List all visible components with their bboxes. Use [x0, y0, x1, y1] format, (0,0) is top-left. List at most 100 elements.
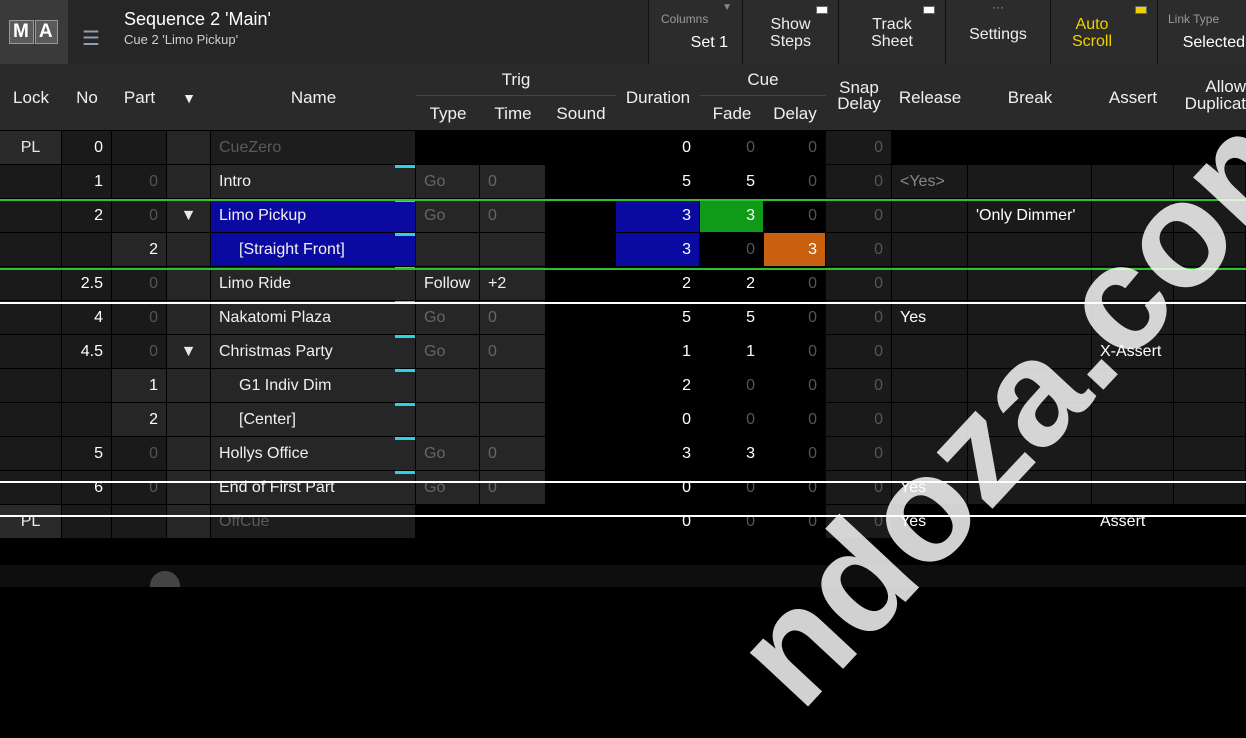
cell-assert[interactable] — [1092, 369, 1173, 402]
ma-logo[interactable]: MA — [0, 0, 68, 64]
auto-scroll-button[interactable]: Auto Scroll — [1050, 0, 1157, 64]
cell-lock[interactable] — [0, 301, 61, 334]
cell-fade[interactable]: 0 — [700, 131, 763, 164]
table-row[interactable]: 1 0 Intro Go 0 5 5 0 0 <Yes> — [0, 165, 1246, 198]
cell-no[interactable] — [62, 403, 111, 436]
cell-snap-delay[interactable]: 0 — [826, 267, 891, 300]
cell-allow-duplicate[interactable] — [1174, 505, 1245, 538]
table-row[interactable]: 4 0 Nakatomi Plaza Go 0 5 5 0 0 Yes — [0, 301, 1246, 334]
cell-trig-type[interactable]: Follow — [416, 267, 479, 300]
cell-allow-duplicate[interactable] — [1174, 233, 1245, 266]
cell-snap-delay[interactable]: 0 — [826, 369, 891, 402]
cell-part[interactable]: 0 — [112, 471, 166, 504]
show-steps-button[interactable]: Show Steps — [742, 0, 838, 64]
cell-expand[interactable] — [167, 165, 210, 198]
cell-part[interactable]: 0 — [112, 437, 166, 470]
cell-trig-time[interactable]: 0 — [480, 471, 545, 504]
header-release[interactable]: Release — [892, 88, 968, 108]
cell-lock[interactable] — [0, 267, 61, 300]
cell-delay[interactable]: 0 — [764, 505, 825, 538]
cell-lock[interactable] — [0, 471, 61, 504]
cell-release[interactable]: Yes — [892, 505, 967, 538]
cell-name[interactable]: End of First Part — [211, 471, 415, 504]
header-assert[interactable]: Assert — [1092, 88, 1174, 108]
cell-break[interactable] — [968, 131, 1091, 164]
cell-duration[interactable]: 3 — [616, 199, 699, 232]
cell-break[interactable] — [968, 471, 1091, 504]
cell-sound[interactable] — [546, 199, 615, 232]
cell-trig-type[interactable] — [416, 369, 479, 402]
cell-expand[interactable] — [167, 267, 210, 300]
cell-allow-duplicate[interactable] — [1174, 199, 1245, 232]
cell-allow-duplicate[interactable] — [1174, 301, 1245, 334]
cell-allow-duplicate[interactable] — [1174, 165, 1245, 198]
cell-no[interactable]: 1 — [62, 165, 111, 198]
cell-part[interactable]: 2 — [112, 233, 166, 266]
cell-release[interactable] — [892, 233, 967, 266]
cell-expand[interactable] — [167, 505, 210, 538]
cell-lock[interactable] — [0, 199, 61, 232]
cell-duration[interactable]: 2 — [616, 369, 699, 402]
cell-allow-duplicate[interactable] — [1174, 471, 1245, 504]
header-cue[interactable]: Cue — [700, 70, 826, 90]
cell-duration[interactable]: 3 — [616, 437, 699, 470]
cell-duration[interactable]: 0 — [616, 505, 699, 538]
header-allow-duplicate[interactable]: Allow Duplicat — [1174, 78, 1246, 112]
cell-delay[interactable]: 0 — [764, 267, 825, 300]
cell-name[interactable]: Nakatomi Plaza — [211, 301, 415, 334]
cell-release[interactable]: <Yes> — [892, 165, 967, 198]
cell-assert[interactable] — [1092, 199, 1173, 232]
cell-sound[interactable] — [546, 403, 615, 436]
header-no[interactable]: No — [62, 88, 112, 108]
cell-snap-delay[interactable]: 0 — [826, 471, 891, 504]
cell-part[interactable]: 0 — [112, 335, 166, 368]
cell-trig-type[interactable]: Go — [416, 165, 479, 198]
cell-sound[interactable] — [546, 233, 615, 266]
cell-trig-time[interactable]: +2 — [480, 267, 545, 300]
header-break[interactable]: Break — [968, 88, 1092, 108]
cell-trig-time[interactable] — [480, 403, 545, 436]
cell-part[interactable]: 0 — [112, 267, 166, 300]
header-sound[interactable]: Sound — [546, 104, 616, 124]
cell-sound[interactable] — [546, 437, 615, 470]
cell-trig-type[interactable] — [416, 233, 479, 266]
cell-no[interactable]: 2.5 — [62, 267, 111, 300]
cell-snap-delay[interactable]: 0 — [826, 301, 891, 334]
cell-trig-type[interactable]: Go — [416, 471, 479, 504]
cell-expand[interactable]: ▼ — [167, 199, 210, 232]
cell-break[interactable] — [968, 505, 1091, 538]
header-expand[interactable]: ▼ — [167, 88, 211, 108]
cell-duration[interactable]: 3 — [616, 233, 699, 266]
cell-sound[interactable] — [546, 131, 615, 164]
table-row[interactable]: 2 [Straight Front] 3 0 3 0 — [0, 233, 1246, 266]
cell-expand[interactable] — [167, 437, 210, 470]
cell-fade[interactable]: 0 — [700, 403, 763, 436]
header-part[interactable]: Part — [112, 88, 167, 108]
cell-sound[interactable] — [546, 505, 615, 538]
cell-lock[interactable] — [0, 335, 61, 368]
cell-name[interactable]: [Center] — [211, 403, 415, 436]
cell-assert[interactable] — [1092, 403, 1173, 436]
cell-duration[interactable]: 1 — [616, 335, 699, 368]
cell-sound[interactable] — [546, 301, 615, 334]
header-lock[interactable]: Lock — [0, 88, 62, 108]
cell-part[interactable]: 1 — [112, 369, 166, 402]
cell-allow-duplicate[interactable] — [1174, 267, 1245, 300]
sequence-title[interactable]: Sequence 2 'Main' Cue 2 'Limo Pickup' — [120, 0, 640, 64]
header-name[interactable]: Name — [211, 88, 416, 108]
cell-fade[interactable]: 3 — [700, 199, 763, 232]
cell-sound[interactable] — [546, 267, 615, 300]
cell-delay[interactable]: 0 — [764, 131, 825, 164]
cell-trig-time[interactable] — [480, 131, 545, 164]
cell-snap-delay[interactable]: 0 — [826, 505, 891, 538]
cell-allow-duplicate[interactable] — [1174, 335, 1245, 368]
cell-no[interactable] — [62, 505, 111, 538]
cell-no[interactable]: 2 — [62, 199, 111, 232]
cell-break[interactable] — [968, 335, 1091, 368]
cell-snap-delay[interactable]: 0 — [826, 199, 891, 232]
cell-name[interactable]: G1 Indiv Dim — [211, 369, 415, 402]
cell-release[interactable] — [892, 335, 967, 368]
cell-release[interactable]: Yes — [892, 301, 967, 334]
header-time[interactable]: Time — [480, 104, 546, 124]
cell-trig-time[interactable]: 0 — [480, 335, 545, 368]
